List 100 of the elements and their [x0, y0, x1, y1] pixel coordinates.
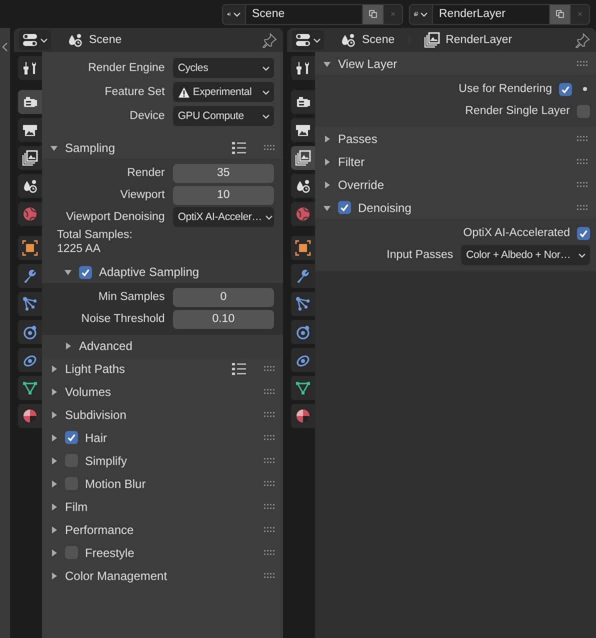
- properties-tab[interactable]: [18, 90, 42, 114]
- disclosure-triangle-icon[interactable]: [64, 342, 72, 350]
- properties-tab[interactable]: [291, 320, 315, 344]
- properties-tab[interactable]: [18, 174, 42, 198]
- chevron-icon[interactable]: [1, 42, 9, 52]
- panel-title[interactable]: Subdivision: [65, 408, 126, 422]
- panel-title[interactable]: Light Paths: [65, 362, 126, 376]
- panel-title[interactable]: Passes: [338, 132, 378, 146]
- properties-tab[interactable]: [18, 264, 42, 288]
- dropdown[interactable]: Color + Albedo + Nor…: [461, 245, 590, 265]
- properties-tab[interactable]: [18, 292, 42, 316]
- disclosure-triangle-icon[interactable]: [50, 572, 58, 580]
- properties-tab[interactable]: [291, 236, 315, 260]
- panel-title[interactable]: Override: [338, 178, 384, 192]
- panel-title[interactable]: Sampling: [65, 140, 116, 154]
- drag-handle-icon[interactable]: [264, 572, 275, 578]
- properties-tab[interactable]: [291, 146, 315, 170]
- keyframe-dot-icon[interactable]: [583, 87, 587, 91]
- drag-handle-icon[interactable]: [264, 480, 275, 486]
- panel-title[interactable]: Volumes: [65, 384, 112, 398]
- number-field[interactable]: 35: [172, 164, 274, 182]
- number-field[interactable]: 0.10: [172, 310, 274, 328]
- panel-title[interactable]: Simplify: [85, 454, 128, 468]
- properties-tab[interactable]: [18, 56, 42, 80]
- disclosure-triangle-icon[interactable]: [50, 388, 58, 396]
- panel-title[interactable]: Film: [65, 500, 88, 514]
- editor-type-button[interactable]: [19, 30, 51, 50]
- checkbox[interactable]: [79, 266, 92, 278]
- disclosure-triangle-icon[interactable]: [64, 268, 72, 276]
- panel-title[interactable]: Advanced: [79, 339, 132, 353]
- pin-icon[interactable]: [262, 32, 277, 48]
- checkbox[interactable]: [65, 431, 78, 444]
- disclosure-triangle-icon[interactable]: [323, 204, 331, 212]
- panel-title[interactable]: Color Management: [65, 568, 168, 582]
- properties-tab[interactable]: [18, 236, 42, 260]
- selector-dropdown[interactable]: [222, 4, 246, 24]
- selector-dropdown[interactable]: [409, 4, 433, 24]
- properties-tab[interactable]: [18, 348, 42, 372]
- disclosure-triangle-icon[interactable]: [323, 134, 331, 142]
- presets-icon[interactable]: [232, 142, 246, 154]
- dropdown[interactable]: Cycles: [172, 58, 274, 78]
- disclosure-triangle-icon[interactable]: [50, 410, 58, 418]
- properties-tab[interactable]: [291, 264, 315, 288]
- disclosure-triangle-icon[interactable]: [50, 456, 58, 464]
- properties-tab[interactable]: [18, 118, 42, 142]
- dropdown[interactable]: Experimental: [172, 82, 274, 102]
- properties-tab[interactable]: [291, 118, 315, 142]
- drag-handle-icon[interactable]: [264, 412, 275, 418]
- disclosure-triangle-icon[interactable]: [50, 548, 58, 556]
- dropdown[interactable]: OptiX AI-Acceler…: [172, 207, 274, 227]
- properties-tab[interactable]: [291, 90, 315, 114]
- disclosure-triangle-icon[interactable]: [323, 180, 331, 188]
- checkbox[interactable]: [577, 104, 590, 118]
- number-field[interactable]: 0: [172, 288, 274, 306]
- number-field[interactable]: 10: [172, 186, 274, 204]
- presets-icon[interactable]: [232, 362, 246, 374]
- properties-tab[interactable]: [291, 174, 315, 198]
- properties-tab[interactable]: [291, 376, 315, 400]
- properties-tab[interactable]: [291, 404, 315, 428]
- properties-tab[interactable]: [18, 146, 42, 170]
- drag-handle-icon[interactable]: [577, 204, 588, 210]
- checkbox[interactable]: [577, 226, 590, 240]
- panel-title[interactable]: Hair: [85, 430, 108, 444]
- disclosure-triangle-icon[interactable]: [323, 158, 331, 166]
- name-field[interactable]: Scene: [246, 4, 363, 24]
- panel-title[interactable]: View Layer: [338, 56, 398, 70]
- drag-handle-icon[interactable]: [577, 60, 588, 66]
- drag-handle-icon[interactable]: [264, 144, 275, 150]
- properties-tab[interactable]: [18, 404, 42, 428]
- disclosure-triangle-icon[interactable]: [50, 480, 58, 488]
- dropdown[interactable]: GPU Compute: [172, 106, 274, 126]
- panel-title[interactable]: Motion Blur: [85, 476, 146, 490]
- panel-title[interactable]: Adaptive Sampling: [99, 265, 200, 279]
- panel-title[interactable]: Filter: [338, 154, 365, 168]
- drag-handle-icon[interactable]: [264, 366, 275, 372]
- drag-handle-icon[interactable]: [264, 388, 275, 394]
- properties-tab[interactable]: [18, 320, 42, 344]
- duplicate-button[interactable]: [550, 4, 571, 24]
- panel-title[interactable]: Denoising: [358, 200, 412, 214]
- properties-tab[interactable]: [291, 348, 315, 372]
- panel-title[interactable]: Performance: [65, 522, 134, 536]
- drag-handle-icon[interactable]: [264, 458, 275, 464]
- disclosure-triangle-icon[interactable]: [50, 526, 58, 534]
- checkbox[interactable]: [559, 82, 572, 96]
- disclosure-triangle-icon[interactable]: [50, 364, 58, 372]
- properties-tab[interactable]: [291, 292, 315, 316]
- pin-icon[interactable]: [575, 32, 590, 48]
- editor-type-button[interactable]: [292, 30, 324, 50]
- checkbox[interactable]: [338, 201, 351, 214]
- disclosure-triangle-icon[interactable]: [50, 144, 58, 152]
- drag-handle-icon[interactable]: [264, 550, 275, 556]
- disclosure-triangle-icon[interactable]: [50, 502, 58, 510]
- panel-title[interactable]: Freestyle: [85, 546, 134, 560]
- properties-tab[interactable]: [18, 376, 42, 400]
- drag-handle-icon[interactable]: [577, 136, 588, 142]
- properties-tab[interactable]: [291, 56, 315, 80]
- drag-handle-icon[interactable]: [577, 182, 588, 188]
- drag-handle-icon[interactable]: [264, 526, 275, 532]
- drag-handle-icon[interactable]: [264, 434, 275, 440]
- name-field[interactable]: RenderLayer: [433, 4, 550, 24]
